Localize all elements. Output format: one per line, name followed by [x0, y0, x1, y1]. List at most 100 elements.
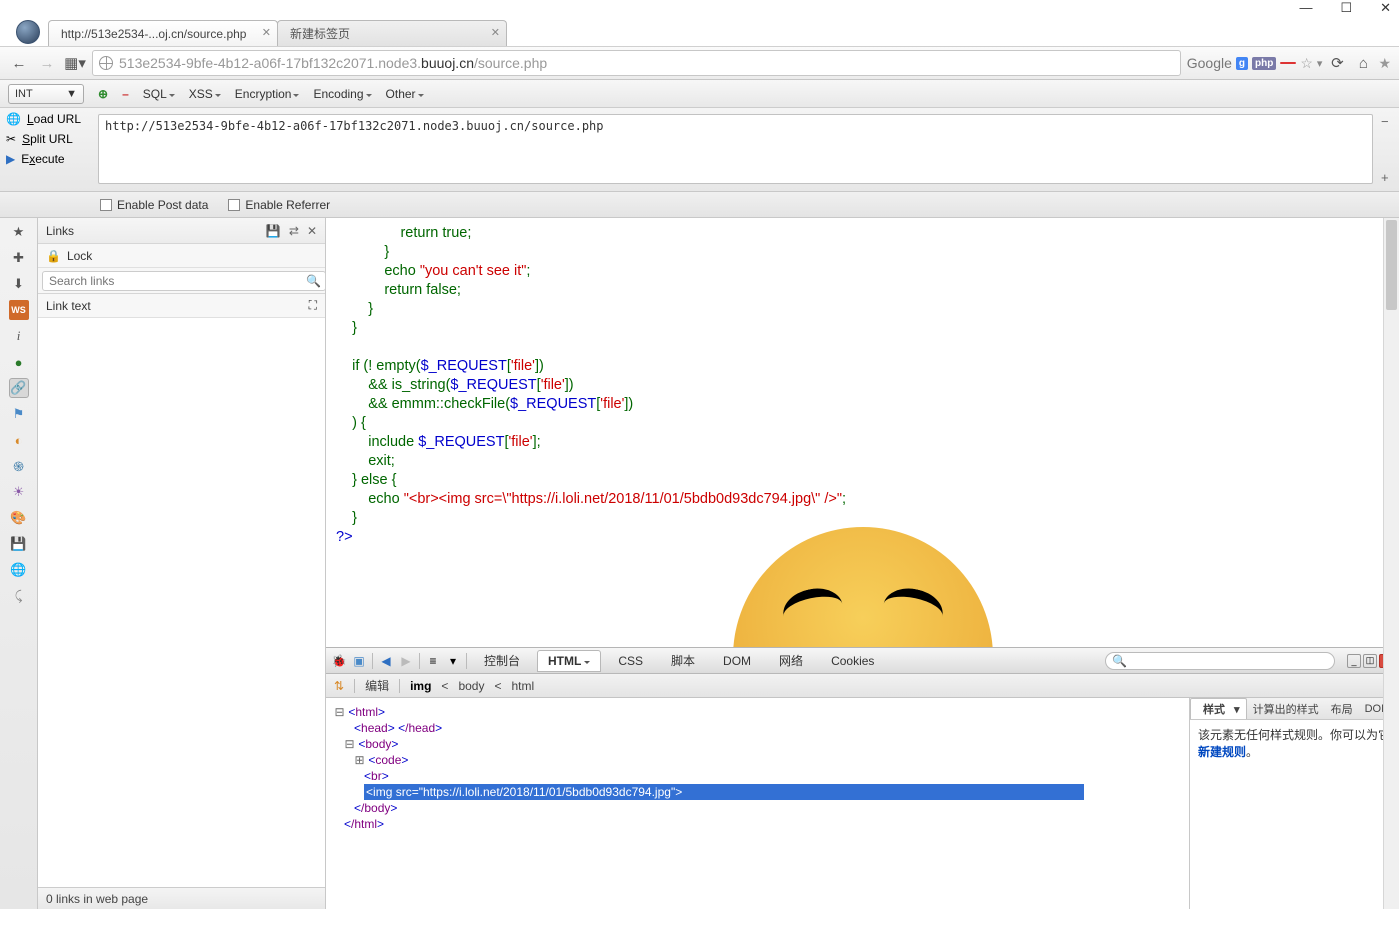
- rail-ws-icon[interactable]: WS: [9, 300, 29, 320]
- enable-post-checkbox[interactable]: Enable Post data: [100, 198, 208, 212]
- dt-lines-icon[interactable]: ≡: [426, 654, 440, 668]
- links-search-input[interactable]: [42, 271, 326, 291]
- tab-close-icon[interactable]: ✕: [262, 26, 271, 39]
- bookmark-star-icon[interactable]: ☆: [1300, 55, 1313, 72]
- dt-tab-cookies[interactable]: Cookies: [820, 650, 885, 672]
- other-menu[interactable]: Other: [386, 87, 424, 101]
- connect-icon[interactable]: ⊕: [98, 87, 108, 101]
- back-button[interactable]: ←: [8, 52, 30, 74]
- hackbar-url-input[interactable]: http://513e2534-9bfe-4b12-a06f-17bf132c2…: [98, 114, 1373, 184]
- side-tab-layout[interactable]: 布局: [1325, 701, 1359, 717]
- dt-fwd-icon[interactable]: ▶: [399, 654, 413, 668]
- execute-button[interactable]: ▶Execute: [6, 152, 86, 166]
- dt-html-tree[interactable]: ⊟ <html> <head> </head> ⊟ <body> ⊞ <code…: [326, 698, 1189, 909]
- left-tool-rail: ★ ✚ ⬇ WS i ● 🔗 ⚑ ◐ ֍ ☀ 🎨 💾 🌐 ⤹: [0, 218, 38, 909]
- rail-wrench-icon[interactable]: ⤹: [9, 586, 29, 606]
- window-maximize[interactable]: ☐: [1340, 0, 1352, 16]
- load-icon: 🌐: [6, 112, 21, 126]
- dt-style-sidebar: 样式 ▾ 计算出的样式 布局 DOM 该元素无任何样式规则。你可以为它新建规则。: [1189, 698, 1399, 909]
- rail-link-icon[interactable]: 🔗: [9, 378, 29, 398]
- hackbar-menubar: INT▼ ⊕ – SQL XSS Encryption Encoding Oth…: [0, 80, 1399, 108]
- rail-save-icon[interactable]: 💾: [9, 534, 29, 554]
- tab-title: http://513e2534-...oj.cn/source.php: [61, 27, 246, 41]
- devtools-panel: 🐞 ▣ ◀ ▶ ≡ ▾ 控制台 HTML CSS 脚本 DOM 网络 Cooki…: [326, 647, 1399, 909]
- google-badge-icon[interactable]: g: [1236, 57, 1248, 70]
- browser-tabstrip: http://513e2534-...oj.cn/source.php ✕ 新建…: [0, 18, 1399, 46]
- globe-icon: [99, 56, 113, 70]
- forward-button[interactable]: →: [36, 52, 58, 74]
- new-rule-link[interactable]: 新建规则: [1198, 745, 1246, 759]
- dt-min-icon[interactable]: _: [1347, 654, 1361, 668]
- lock-label[interactable]: Lock: [67, 249, 92, 263]
- bookmark-dd-icon[interactable]: ▾: [1317, 57, 1323, 70]
- dt-tab-dom[interactable]: DOM: [712, 650, 762, 672]
- dt-pop-icon[interactable]: ◫: [1363, 654, 1377, 668]
- crumb-body[interactable]: body: [458, 679, 484, 693]
- dt-tab-net[interactable]: 网络: [768, 648, 814, 673]
- url-bar[interactable]: 513e2534-9bfe-4b12-a06f-17bf132c2071.nod…: [92, 50, 1181, 76]
- dt-edit-button[interactable]: 编辑: [365, 677, 389, 694]
- rail-download-icon[interactable]: ⬇: [9, 274, 29, 294]
- window-close[interactable]: ✕: [1380, 0, 1391, 16]
- sql-menu[interactable]: SQL: [143, 87, 175, 101]
- rail-flag-icon[interactable]: ⚑: [9, 404, 29, 424]
- disconnect-icon[interactable]: –: [122, 87, 129, 101]
- dt-tab-console[interactable]: 控制台: [473, 648, 531, 673]
- vertical-scrollbar[interactable]: [1383, 218, 1399, 909]
- rail-sun-icon[interactable]: ☀: [9, 482, 29, 502]
- dt-tab-css[interactable]: CSS: [607, 650, 654, 672]
- dt-dd-icon[interactable]: ▾: [446, 654, 460, 668]
- crumb-html[interactable]: html: [511, 679, 534, 693]
- search-icon[interactable]: 🔍: [306, 274, 321, 288]
- menu-star-icon[interactable]: ★: [1378, 55, 1391, 72]
- source-code-view: return true; } echo "you can't see it"; …: [326, 218, 1399, 647]
- dt-back-icon[interactable]: ◀: [379, 654, 393, 668]
- grid-menu-icon[interactable]: ▦▾: [64, 52, 86, 74]
- minus-button[interactable]: −: [1381, 114, 1399, 129]
- dt-tab-html[interactable]: HTML: [537, 650, 601, 672]
- rail-swirl-icon[interactable]: ֍: [9, 456, 29, 476]
- url-host: buuoj.cn: [421, 55, 474, 71]
- enable-referrer-checkbox[interactable]: Enable Referrer: [228, 198, 330, 212]
- window-minimize[interactable]: —: [1299, 0, 1312, 16]
- browser-tab-inactive[interactable]: 新建标签页 ✕: [277, 20, 507, 46]
- rail-info-icon[interactable]: i: [9, 326, 29, 346]
- encoding-menu[interactable]: Encoding: [313, 87, 371, 101]
- window-titlebar: — ☐ ✕: [0, 0, 1399, 18]
- home-button[interactable]: ⌂: [1352, 52, 1374, 74]
- rail-globe2-icon[interactable]: 🌐: [9, 560, 29, 580]
- crumb-img[interactable]: img: [410, 679, 431, 693]
- browser-tab-active[interactable]: http://513e2534-...oj.cn/source.php ✕: [48, 20, 278, 46]
- side-tab-computed[interactable]: 计算出的样式: [1247, 701, 1325, 717]
- scissors-icon: ✂: [6, 132, 16, 146]
- search-icon: 🔍: [1112, 654, 1127, 668]
- reload-button[interactable]: ⟳: [1326, 52, 1348, 74]
- links-close-icon[interactable]: ✕: [307, 224, 317, 238]
- dt-search-input[interactable]: 🔍: [1105, 652, 1335, 670]
- int-dropdown[interactable]: INT▼: [8, 84, 84, 104]
- encryption-menu[interactable]: Encryption: [235, 87, 300, 101]
- dt-reorder-icon[interactable]: ⇅: [334, 679, 344, 693]
- rail-green-icon[interactable]: ●: [9, 352, 29, 372]
- tab-close-icon[interactable]: ✕: [491, 26, 500, 39]
- inspect-icon[interactable]: ▣: [352, 654, 366, 668]
- plus-button[interactable]: +: [1381, 170, 1399, 185]
- links-save-icon[interactable]: 💾: [266, 224, 281, 238]
- split-url-button[interactable]: ✂Split URL: [6, 132, 86, 146]
- rail-palette-icon[interactable]: 🎨: [9, 508, 29, 528]
- flag-badge-icon[interactable]: [1280, 62, 1296, 64]
- load-url-button[interactable]: 🌐Load URL: [6, 112, 86, 126]
- rail-star-icon[interactable]: ★: [9, 222, 29, 242]
- rail-orange-icon[interactable]: ◐: [9, 430, 29, 450]
- lock-icon: 🔒: [46, 249, 61, 263]
- links-swap-icon[interactable]: ⇄: [289, 224, 299, 238]
- php-badge-icon[interactable]: php: [1252, 57, 1276, 70]
- linktext-expand-icon[interactable]: ⛶: [309, 298, 317, 313]
- firebug-icon[interactable]: 🐞: [332, 654, 346, 668]
- dt-tab-script[interactable]: 脚本: [660, 648, 706, 673]
- url-right-badges: Google g php ☆ ▾ ⟳ ⌂ ★: [1187, 52, 1391, 74]
- side-tab-style[interactable]: 样式 ▾: [1190, 698, 1247, 719]
- xss-menu[interactable]: XSS: [189, 87, 221, 101]
- hackbar-body: 🌐Load URL ✂Split URL ▶Execute http://513…: [0, 108, 1399, 192]
- rail-puzzle-icon[interactable]: ✚: [9, 248, 29, 268]
